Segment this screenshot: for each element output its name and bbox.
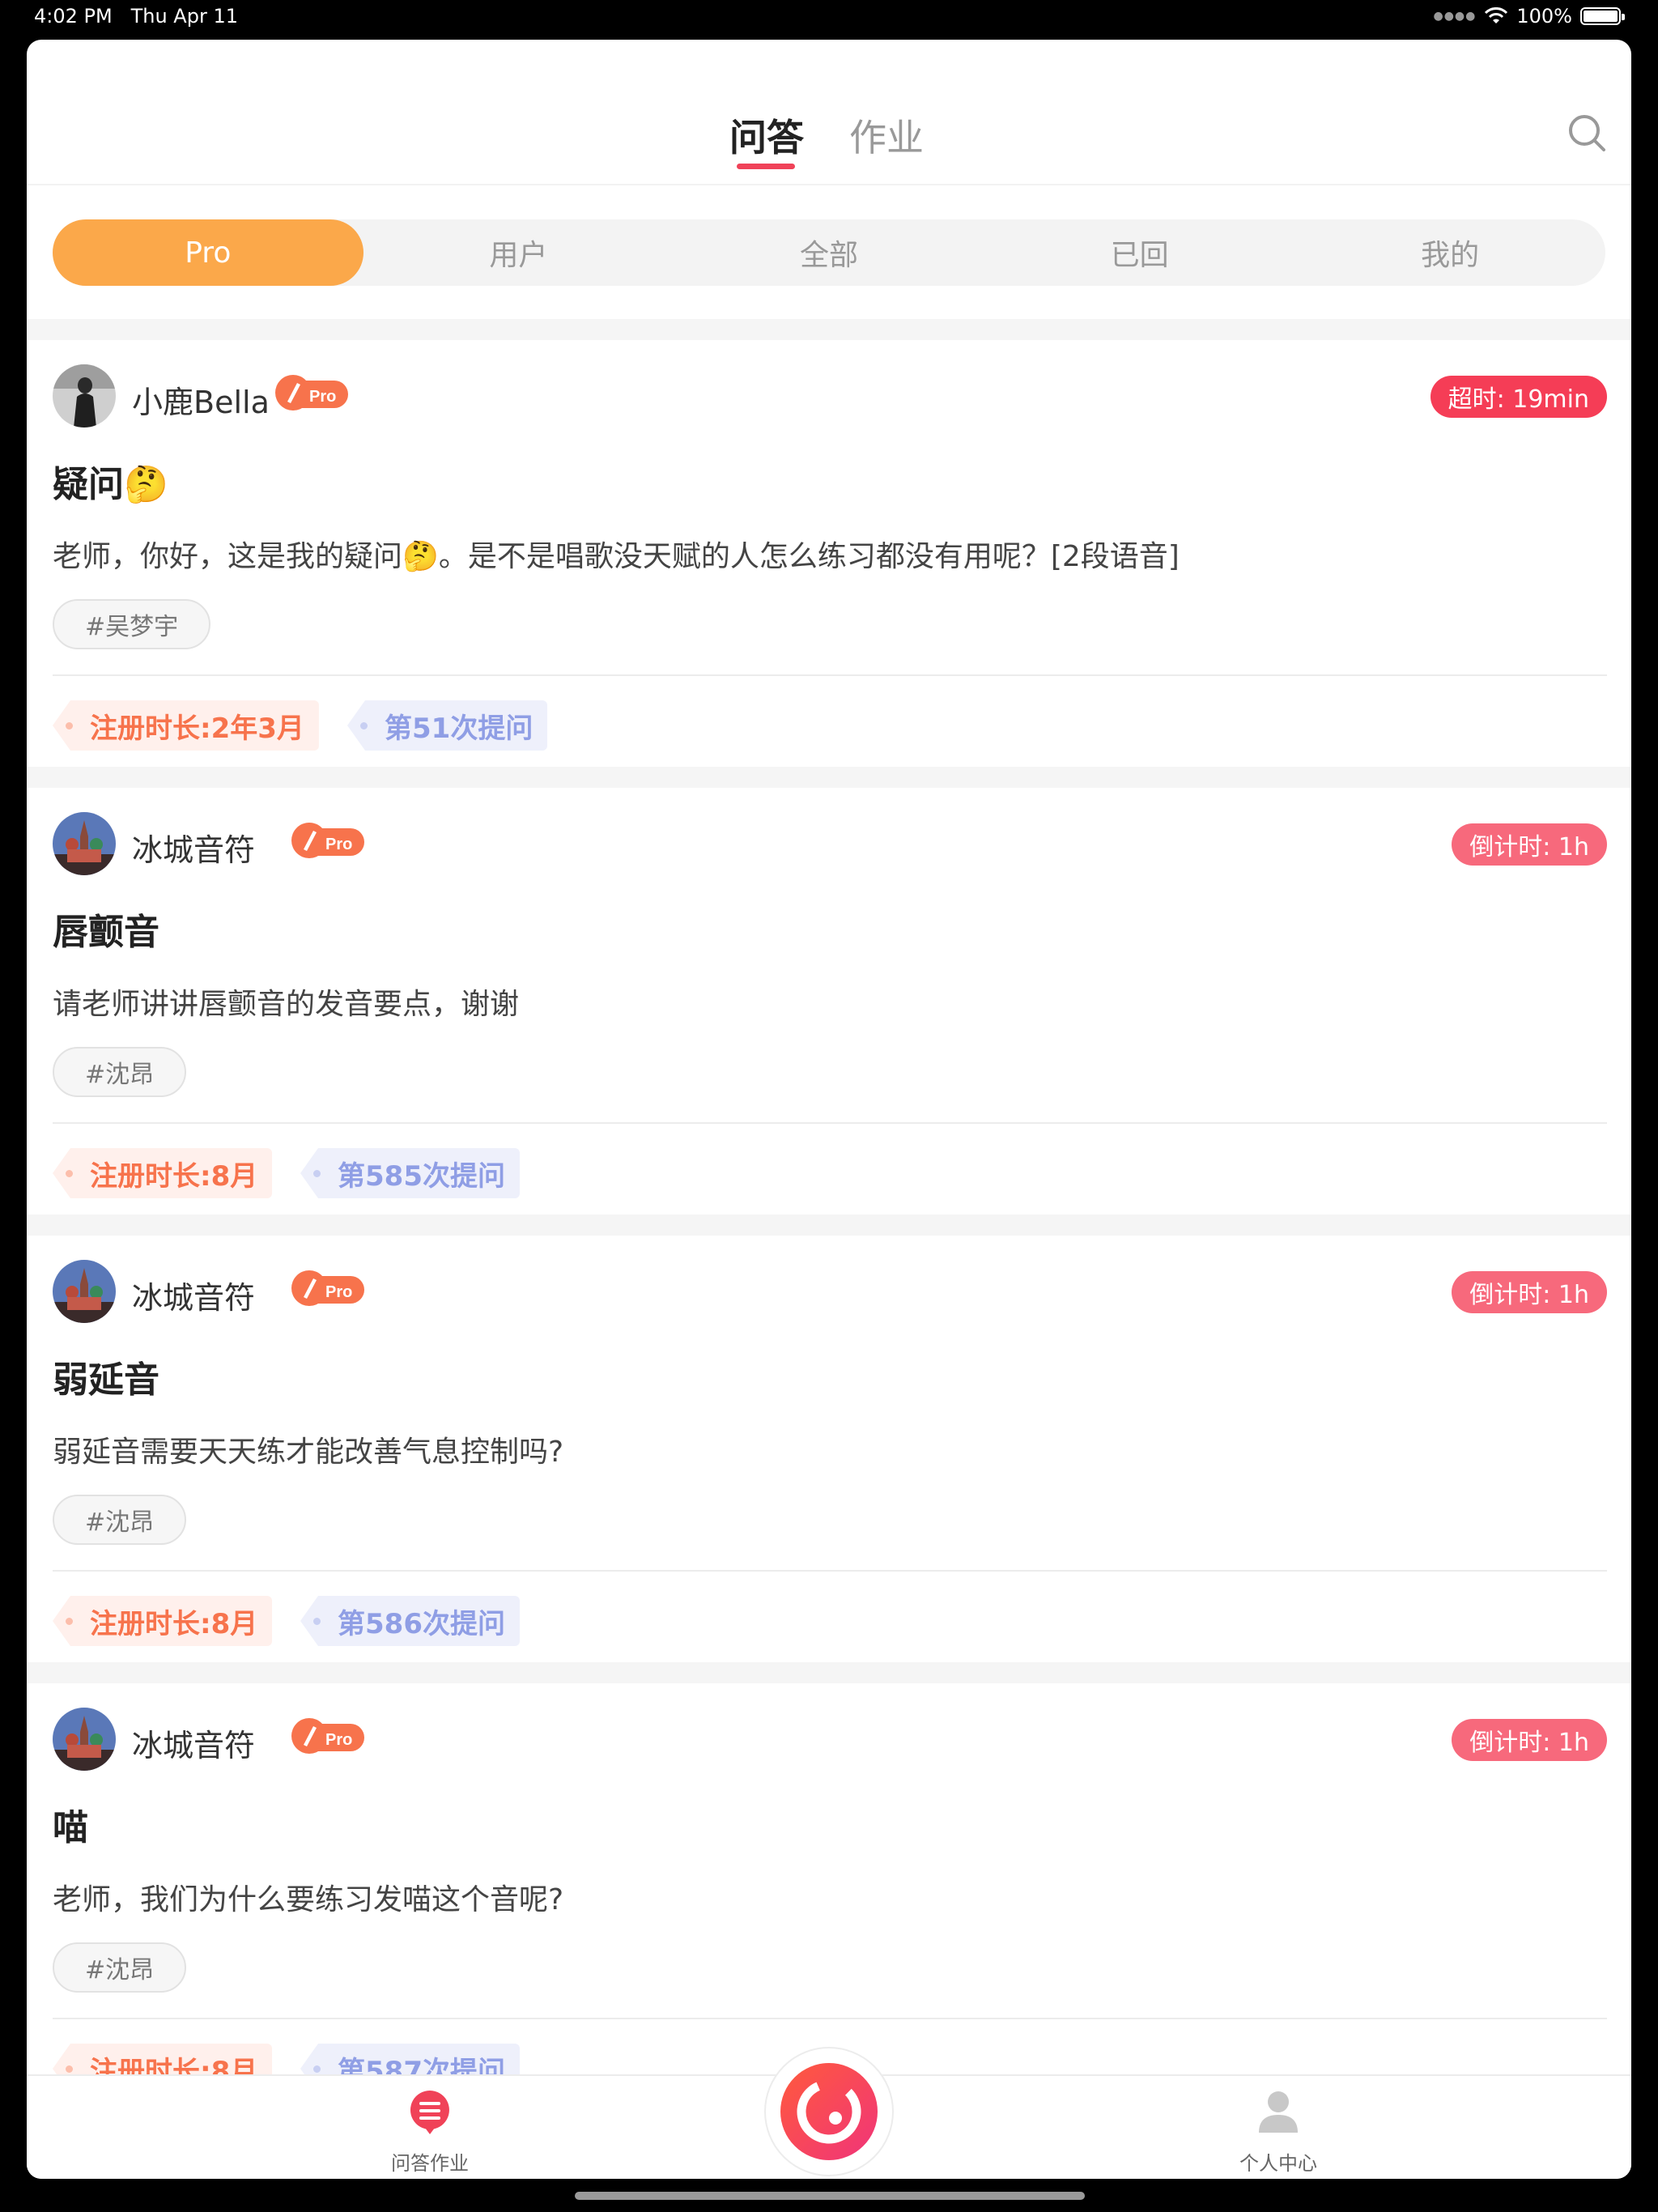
question-card[interactable]: 冰城音符 Pro 倒计时: 1h 弱延音 弱延音需要天天练才能改善气息控制吗? … <box>27 1236 1631 1662</box>
tab-homework[interactable]: 作业 <box>849 108 924 162</box>
separator <box>27 1214 1631 1236</box>
filter-users[interactable]: 用户 <box>363 219 674 286</box>
teacher-tag[interactable]: #沈昂 <box>53 1047 187 1097</box>
pro-badge-icon: Pro <box>291 823 364 858</box>
divider <box>53 2018 1607 2019</box>
home-indicator <box>575 2192 1085 2200</box>
filter-all[interactable]: 全部 <box>674 219 984 286</box>
tab-qa[interactable]: 问答 <box>729 108 804 162</box>
header: 问答 作业 <box>27 40 1631 185</box>
status-bar: 4:02 PM Thu Apr 11 ●●●● 100% <box>0 0 1658 36</box>
divider <box>53 1122 1607 1124</box>
question-body: 老师，你好，这是我的疑问🤔。是不是唱歌没天赋的人怎么练习都没有用呢？[2段语音] <box>53 540 1180 573</box>
tab-qa-homework[interactable]: 问答作业 <box>349 2087 511 2176</box>
pro-badge-icon: Pro <box>275 375 348 410</box>
pro-badge-icon: Pro <box>291 1718 364 1754</box>
question-title: 唇颤音 <box>53 912 159 953</box>
tab-label: 个人中心 <box>1239 2152 1317 2175</box>
registration-duration: 注册时长:2年3月 <box>53 700 319 751</box>
active-tab-indicator <box>737 164 795 169</box>
teacher-tag[interactable]: #沈昂 <box>53 1942 187 1993</box>
registration-duration: 注册时长:8月 <box>53 1148 273 1198</box>
svg-text:Pro: Pro <box>325 1283 352 1301</box>
question-title: 喵 <box>53 1807 88 1848</box>
question-title: 疑问🤔 <box>53 464 168 505</box>
question-body: 老师，我们为什么要练习发喵这个音呢? <box>53 1883 564 1916</box>
record-icon <box>780 2063 878 2160</box>
battery-percent: 100% <box>1516 5 1572 28</box>
tab-label: 问答作业 <box>391 2152 469 2175</box>
filter-answered[interactable]: 已回 <box>984 219 1295 286</box>
svg-text:Pro: Pro <box>325 1731 352 1749</box>
wifi-icon <box>1485 7 1508 23</box>
status-badge: 超时: 19min <box>1430 376 1607 418</box>
question-count: 第585次提问 <box>300 1148 520 1198</box>
pro-badge-icon: Pro <box>291 1270 364 1306</box>
question-body: 弱延音需要天天练才能改善气息控制吗? <box>53 1436 564 1469</box>
tab-profile[interactable]: 个人中心 <box>1197 2087 1359 2176</box>
svg-text:Pro: Pro <box>325 836 352 853</box>
signal-icon: ●●●● <box>1433 10 1477 23</box>
teacher-tag[interactable]: #吴梦宇 <box>53 599 211 649</box>
bottom-tab-bar: 问答作业 个人中心 <box>27 2047 1631 2179</box>
status-right: ●●●● 100% <box>1433 5 1625 28</box>
username: 冰城音符 <box>132 1280 256 1316</box>
question-count: 第51次提问 <box>347 700 548 751</box>
username: 冰城音符 <box>132 1728 256 1763</box>
filter-mine[interactable]: 我的 <box>1295 219 1605 286</box>
battery-icon <box>1580 7 1625 25</box>
avatar[interactable] <box>53 364 116 428</box>
status-badge: 倒计时: 1h <box>1452 1271 1607 1313</box>
avatar[interactable] <box>53 1260 116 1323</box>
separator <box>27 1662 1631 1683</box>
divider <box>53 674 1607 676</box>
svg-text:Pro: Pro <box>309 388 336 406</box>
question-card[interactable]: 冰城音符 Pro 倒计时: 1h 唇颤音 请老师讲讲唇颤音的发音要点，谢谢 #沈… <box>27 788 1631 1214</box>
record-button[interactable] <box>764 2047 894 2176</box>
question-title: 弱延音 <box>53 1359 159 1401</box>
question-card[interactable]: 小鹿Bella Pro 超时: 19min 疑问🤔 老师，你好，这是我的疑问🤔。… <box>27 340 1631 767</box>
person-icon <box>1259 2091 1298 2133</box>
registration-duration: 注册时长:8月 <box>53 1596 273 1646</box>
separator <box>27 767 1631 788</box>
username: 冰城音符 <box>132 832 256 868</box>
qa-list-icon <box>410 2091 449 2134</box>
search-icon[interactable] <box>1563 109 1612 158</box>
filter-segment: Pro 用户 全部 已回 我的 <box>53 219 1605 286</box>
filter-pro[interactable]: Pro <box>53 219 363 286</box>
separator <box>27 319 1631 340</box>
status-badge: 倒计时: 1h <box>1452 823 1607 866</box>
teacher-tag[interactable]: #沈昂 <box>53 1495 187 1545</box>
question-body: 请老师讲讲唇颤音的发音要点，谢谢 <box>53 988 520 1021</box>
status-time: 4:02 PM Thu Apr 11 <box>34 5 238 28</box>
question-count: 第586次提问 <box>300 1596 520 1646</box>
app-screen: 问答 作业 Pro 用户 全部 已回 我的 小鹿Bella Pro 超时: 19… <box>27 40 1631 2179</box>
avatar[interactable] <box>53 1708 116 1771</box>
divider <box>53 1570 1607 1572</box>
question-card[interactable]: 冰城音符 Pro 倒计时: 1h 喵 老师，我们为什么要练习发喵这个音呢? #沈… <box>27 1683 1631 2110</box>
username: 小鹿Bella <box>132 385 270 420</box>
status-badge: 倒计时: 1h <box>1452 1719 1607 1761</box>
avatar[interactable] <box>53 812 116 875</box>
